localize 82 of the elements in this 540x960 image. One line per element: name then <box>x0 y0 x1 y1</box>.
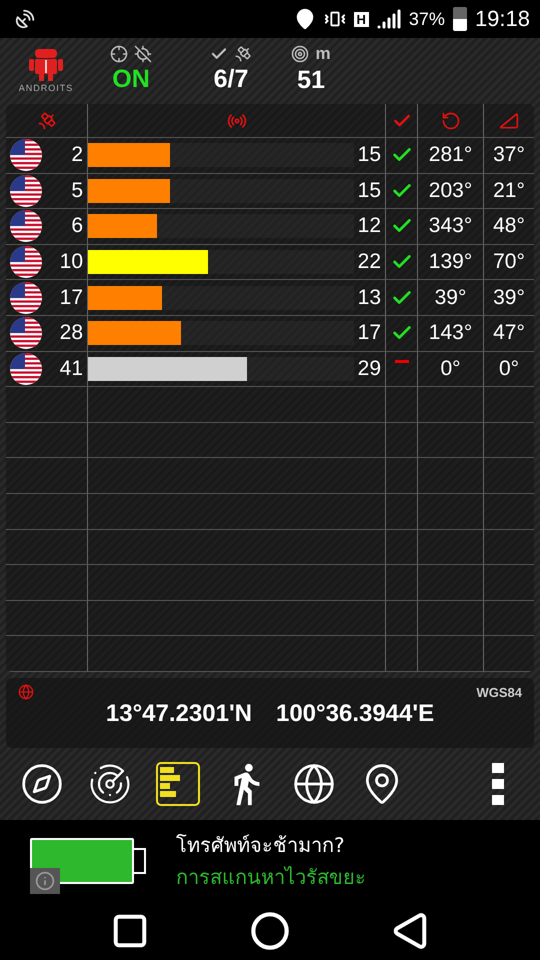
snr-value: 15 <box>358 178 381 203</box>
prn-number: 17 <box>60 286 83 310</box>
ad-title: โทรศัพท์จะช้ามาก? <box>176 832 346 859</box>
empty-table-cell <box>386 636 418 672</box>
satellites-used-count: 6/7 <box>214 64 248 94</box>
angle-icon <box>499 110 519 130</box>
globe-icon <box>292 762 336 806</box>
battery-percent: 37% <box>408 8 445 30</box>
snr-value: 17 <box>358 321 381 346</box>
azimuth-value: 281° <box>428 143 472 168</box>
signal-icon <box>376 7 401 31</box>
flag-icon <box>10 139 42 172</box>
elevation-value: 21° <box>493 178 525 203</box>
elevation-value: 70° <box>493 250 525 274</box>
flag-icon <box>10 352 42 385</box>
azimuth-value: 0° <box>440 356 461 381</box>
prn-number: 28 <box>60 321 83 346</box>
prn-number: 41 <box>60 356 83 381</box>
network-type-badge: H <box>354 12 369 26</box>
bar-chart-icon <box>156 762 200 806</box>
prn-number: 2 <box>71 143 83 168</box>
more-icon <box>492 763 504 805</box>
fix-status: ON <box>112 64 150 94</box>
snr-value: 12 <box>358 214 381 238</box>
empty-table-cell <box>418 636 484 672</box>
globe-icon <box>18 684 34 700</box>
empty-table-cell <box>386 530 418 566</box>
empty-table-cell <box>418 494 484 530</box>
empty-table-cell <box>418 458 484 494</box>
snr-value: 29 <box>358 356 381 381</box>
accuracy-unit: m <box>315 44 331 64</box>
prn-number: 5 <box>71 178 83 203</box>
azimuth-value: 139° <box>428 250 472 274</box>
battery-icon <box>452 7 467 31</box>
empty-table-cell <box>386 565 418 601</box>
longitude: 100°36.3944'E <box>276 700 434 728</box>
snr-value: 15 <box>358 143 381 168</box>
home-button[interactable] <box>250 911 290 951</box>
snr-value: 22 <box>358 250 381 274</box>
azimuth-value: 343° <box>428 214 472 238</box>
rotate-icon <box>440 110 460 130</box>
satellite-dish-icon <box>14 8 36 30</box>
elevation-value: 39° <box>493 286 525 310</box>
flag-icon <box>10 317 42 350</box>
logo-text: ANDROITS <box>18 83 74 93</box>
battery-tip <box>134 848 146 874</box>
info-icon[interactable] <box>30 868 60 894</box>
empty-table-cell <box>418 600 484 636</box>
datum-label: WGS84 <box>476 684 522 700</box>
target-icon <box>291 44 310 62</box>
snr-value: 13 <box>358 286 381 310</box>
radar-icon <box>88 762 132 806</box>
azimuth-value: 39° <box>434 286 466 310</box>
empty-table-cell <box>418 530 484 566</box>
empty-table-cell <box>386 600 418 636</box>
flag-icon <box>10 246 42 278</box>
elevation-value: 0° <box>498 356 520 381</box>
flag-icon <box>10 282 42 314</box>
empty-table-cell <box>386 458 418 494</box>
satellite-icon <box>36 110 56 130</box>
elevation-value: 37° <box>493 143 525 168</box>
prn-number: 6 <box>71 214 83 238</box>
prn-number: 10 <box>60 250 83 274</box>
gps-icon <box>110 44 128 62</box>
flag-icon <box>10 174 42 207</box>
empty-table-cell <box>386 422 418 458</box>
azimuth-value: 203° <box>428 178 472 203</box>
accuracy-value: 51 <box>297 66 325 94</box>
satellite-icon <box>234 44 252 62</box>
elevation-value: 48° <box>493 214 525 238</box>
flag-icon <box>10 210 42 242</box>
elevation-value: 47° <box>493 321 525 346</box>
empty-table-cell <box>386 494 418 530</box>
clock: 19:18 <box>474 6 530 32</box>
azimuth-value: 143° <box>428 321 472 346</box>
ad-subtitle: การสแกนหาไวรัสขยะ <box>176 864 366 891</box>
compass-icon <box>20 762 64 806</box>
gps-off-icon <box>134 44 152 62</box>
ad-banner[interactable]: โทรศัพท์จะช้ามาก? การสแกนหาไวรัสขยะ <box>0 820 540 902</box>
empty-table-cell <box>418 565 484 601</box>
empty-table-cell <box>418 422 484 458</box>
latitude: 13°47.2301'N <box>106 700 252 728</box>
